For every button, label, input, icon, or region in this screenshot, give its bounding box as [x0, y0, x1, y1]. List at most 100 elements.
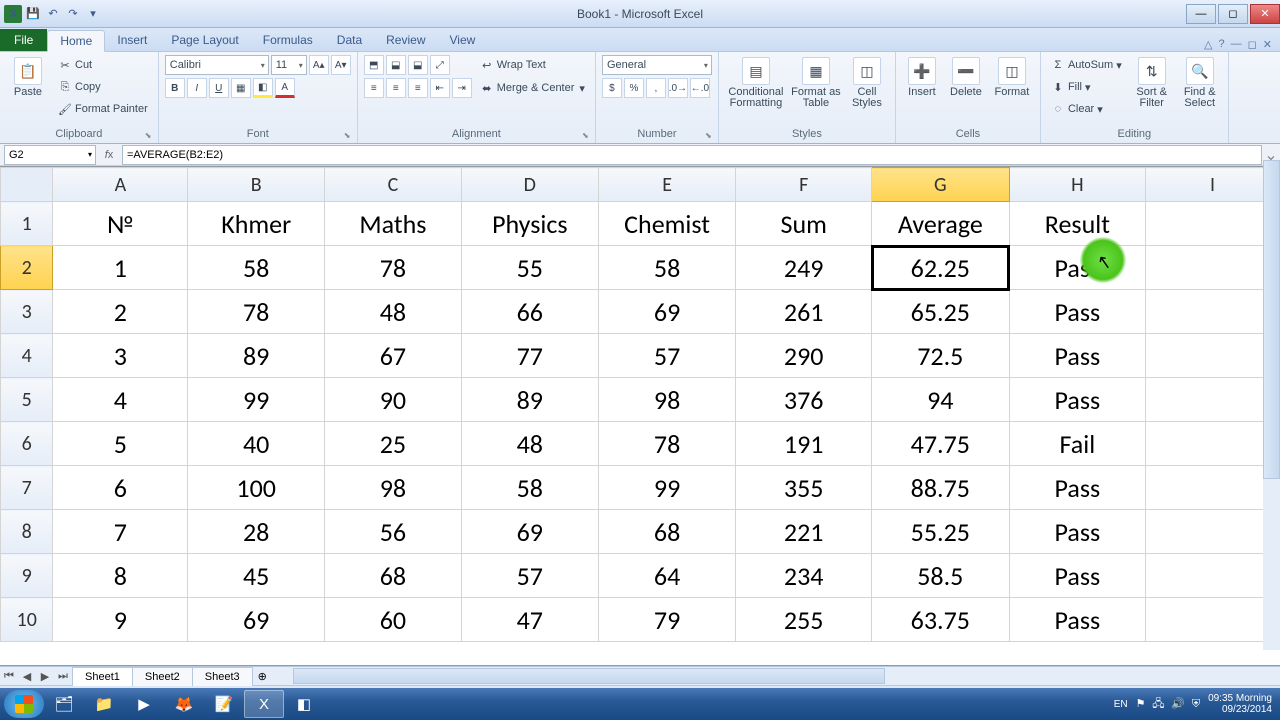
cell[interactable]: Pass: [1009, 290, 1146, 334]
cell[interactable]: 78: [325, 246, 462, 290]
file-tab[interactable]: File: [0, 29, 47, 51]
number-format-select[interactable]: General: [602, 55, 712, 75]
format-as-table-button[interactable]: ▦Format as Table: [791, 55, 841, 109]
start-button[interactable]: [4, 690, 44, 718]
cell[interactable]: 40: [188, 422, 325, 466]
increase-indent-icon[interactable]: ⇥: [452, 78, 472, 98]
cell[interactable]: [1146, 598, 1280, 642]
taskbar-app[interactable]: ◧: [284, 690, 324, 718]
cell[interactable]: 62.25: [872, 246, 1010, 290]
new-sheet-icon[interactable]: ⊕: [252, 670, 273, 683]
cell[interactable]: 60: [325, 598, 462, 642]
doc-minimize-icon[interactable]: —: [1231, 38, 1242, 51]
font-size-select[interactable]: 11: [271, 55, 307, 75]
row-header-3[interactable]: 3: [1, 290, 53, 334]
align-middle-icon[interactable]: ⬓: [386, 55, 406, 75]
align-right-icon[interactable]: ≡: [408, 78, 428, 98]
cell[interactable]: 77: [461, 334, 598, 378]
alignment-dialog-launcher[interactable]: ⬊: [582, 131, 592, 141]
sheet-tab-sheet1[interactable]: Sheet1: [72, 667, 133, 686]
cell[interactable]: Sum: [736, 202, 872, 246]
cell[interactable]: 290: [736, 334, 872, 378]
cell[interactable]: 98: [325, 466, 462, 510]
clipboard-dialog-launcher[interactable]: ⬊: [145, 131, 155, 141]
view-tab[interactable]: View: [438, 29, 488, 51]
taskbar-excel[interactable]: X: [244, 690, 284, 718]
cell[interactable]: 261: [736, 290, 872, 334]
cell[interactable]: 64: [598, 554, 736, 598]
font-dialog-launcher[interactable]: ⬊: [344, 131, 354, 141]
fill-button[interactable]: ⬇Fill▾: [1047, 77, 1126, 97]
cell[interactable]: 234: [736, 554, 872, 598]
cell[interactable]: 7: [53, 510, 188, 554]
taskbar-firefox[interactable]: 🦊: [164, 690, 204, 718]
format-cells-button[interactable]: ◫Format: [990, 55, 1034, 98]
increase-decimal-icon[interactable]: .0→: [668, 78, 688, 98]
cell[interactable]: 67: [325, 334, 462, 378]
taskbar-folder[interactable]: 📁: [84, 690, 124, 718]
cell[interactable]: Pass: [1009, 598, 1146, 642]
cell[interactable]: Average: [872, 202, 1010, 246]
tray-clock[interactable]: 09:35 Morning 09/23/2014: [1208, 693, 1276, 715]
tray-shield-icon[interactable]: ⛨: [1192, 698, 1200, 710]
cell[interactable]: 48: [461, 422, 598, 466]
cell[interactable]: 88.75: [872, 466, 1010, 510]
bold-button[interactable]: B: [165, 78, 185, 98]
font-color-button[interactable]: A: [275, 78, 295, 98]
home-tab[interactable]: Home: [47, 30, 105, 52]
cell[interactable]: 28: [188, 510, 325, 554]
insert-cells-button[interactable]: ➕Insert: [902, 55, 942, 98]
cell-styles-button[interactable]: ◫Cell Styles: [845, 55, 889, 109]
cell[interactable]: [1146, 554, 1280, 598]
cell[interactable]: 376: [736, 378, 872, 422]
minimize-ribbon-icon[interactable]: △: [1204, 38, 1212, 51]
cell[interactable]: 99: [598, 466, 736, 510]
sheet-tab-sheet3[interactable]: Sheet3: [192, 667, 253, 686]
cell[interactable]: [1146, 246, 1280, 290]
minimize-button[interactable]: —: [1186, 4, 1216, 24]
fill-color-button[interactable]: ◧: [253, 78, 273, 98]
cell[interactable]: Physics: [461, 202, 598, 246]
cell[interactable]: 48: [325, 290, 462, 334]
find-select-button[interactable]: 🔍Find & Select: [1178, 55, 1222, 109]
increase-font-icon[interactable]: A▴: [309, 55, 329, 75]
underline-button[interactable]: U: [209, 78, 229, 98]
page-layout-tab[interactable]: Page Layout: [159, 29, 250, 51]
paste-button[interactable]: 📋 Paste: [6, 55, 50, 98]
cell[interactable]: 66: [461, 290, 598, 334]
cell[interactable]: 5: [53, 422, 188, 466]
cell[interactable]: 55: [461, 246, 598, 290]
fx-icon[interactable]: fx: [100, 146, 118, 164]
insert-tab[interactable]: Insert: [105, 29, 159, 51]
taskbar-notes[interactable]: 📝: [204, 690, 244, 718]
cell[interactable]: Pass: [1009, 510, 1146, 554]
align-top-icon[interactable]: ⬒: [364, 55, 384, 75]
cell[interactable]: 9: [53, 598, 188, 642]
cell[interactable]: 58: [598, 246, 736, 290]
cell[interactable]: 58: [188, 246, 325, 290]
sort-filter-button[interactable]: ⇅Sort & Filter: [1130, 55, 1174, 109]
cell[interactable]: [1146, 422, 1280, 466]
cell[interactable]: 355: [736, 466, 872, 510]
decrease-decimal-icon[interactable]: ←.0: [690, 78, 710, 98]
wrap-text-button[interactable]: ↩Wrap Text: [476, 55, 589, 75]
help-icon[interactable]: ?: [1219, 38, 1225, 51]
taskbar-explorer[interactable]: 🗂: [44, 690, 84, 718]
cell[interactable]: Chemist: [598, 202, 736, 246]
align-left-icon[interactable]: ≡: [364, 78, 384, 98]
close-button[interactable]: ✕: [1250, 4, 1280, 24]
cut-button[interactable]: ✂Cut: [54, 55, 152, 75]
select-all-corner[interactable]: [1, 168, 53, 202]
sheet-tab-sheet2[interactable]: Sheet2: [132, 667, 193, 686]
row-header-1[interactable]: 1: [1, 202, 53, 246]
cell[interactable]: [1146, 290, 1280, 334]
cell[interactable]: 3: [53, 334, 188, 378]
formulas-tab[interactable]: Formulas: [251, 29, 325, 51]
column-header-G[interactable]: G: [872, 168, 1010, 202]
cell[interactable]: [1146, 334, 1280, 378]
tray-lang[interactable]: EN: [1114, 699, 1128, 710]
cell[interactable]: 25: [325, 422, 462, 466]
cell[interactable]: 89: [188, 334, 325, 378]
tray-network-icon[interactable]: 🖧: [1152, 698, 1164, 710]
cell[interactable]: Pass: [1009, 554, 1146, 598]
